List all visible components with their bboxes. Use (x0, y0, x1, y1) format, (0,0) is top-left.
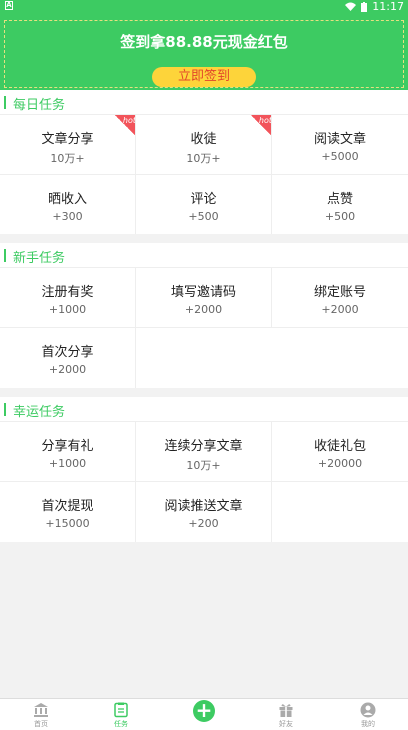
tab-label: 我的 (361, 720, 375, 728)
task-reward: +1000 (48, 457, 87, 470)
task-reward: +2000 (184, 303, 223, 316)
battery-icon (361, 1, 368, 12)
banner-title: 签到拿88.88元现金红包 (120, 33, 288, 51)
section-marker (4, 403, 6, 416)
section-header: 幸运任务 (0, 397, 408, 422)
lucky-tasks-section: 幸运任务 分享有礼 +1000 连续分享文章 10万+ 收徒礼包 +20000 … (0, 397, 408, 542)
section-marker (4, 249, 6, 262)
task-reward: 10万+ (50, 152, 85, 165)
tab-home[interactable]: 首页 (0, 699, 82, 730)
task-reward: +2000 (321, 303, 359, 316)
daily-tasks-section: 每日任务 hot 文章分享 10万+ hot 收徒 10万+ 阅读文章 +500… (0, 90, 408, 234)
task-show-income[interactable]: 晒收入 +300 (0, 175, 136, 234)
add-button[interactable]: + (193, 700, 215, 722)
task-reward: 10万+ (186, 459, 221, 472)
task-reward: +1000 (48, 303, 87, 316)
task-name: 收徒礼包 (313, 439, 366, 454)
tab-friends[interactable]: 好友 (245, 699, 327, 730)
signin-banner: 签到拿88.88元现金红包 立即签到 (0, 13, 408, 90)
hot-badge: hot (115, 115, 135, 135)
task-reward: +15000 (45, 517, 90, 530)
task-name: 注册有奖 (41, 285, 94, 300)
section-header: 每日任务 (0, 90, 408, 115)
task-like[interactable]: 点赞 +500 (272, 175, 408, 234)
section-title: 幸运任务 (13, 405, 66, 420)
tab-label: 任务 (114, 720, 128, 728)
status-bar: A 11:17 (0, 0, 408, 13)
task-read-push[interactable]: 阅读推送文章 +200 (136, 482, 272, 542)
wifi-icon (345, 2, 357, 11)
gift-icon (279, 704, 293, 717)
task-name: 晒收入 (47, 192, 87, 207)
bottom-tab-bar: 首页 任务 + 好友 我的 (0, 698, 408, 730)
task-reward: +2000 (48, 363, 87, 376)
task-name: 首次提现 (41, 499, 94, 514)
section-title: 每日任务 (13, 98, 66, 113)
tab-mine[interactable]: 我的 (327, 699, 408, 730)
task-name: 连续分享文章 (164, 439, 243, 454)
task-read-article[interactable]: 阅读文章 +5000 (272, 115, 408, 175)
tab-label: 首页 (34, 720, 48, 728)
section-marker (4, 96, 6, 109)
task-recruit[interactable]: hot 收徒 10万+ (136, 115, 272, 175)
clock: 11:17 (372, 0, 404, 13)
home-bank-icon (34, 703, 48, 717)
task-name: 填写邀请码 (170, 285, 236, 300)
user-icon (360, 702, 376, 718)
task-share-gift[interactable]: 分享有礼 +1000 (0, 422, 136, 482)
task-reward: +20000 (317, 457, 363, 470)
task-reward: +300 (52, 210, 83, 223)
task-reward: +500 (188, 210, 219, 223)
hot-badge: hot (251, 115, 271, 135)
task-name: 评论 (190, 192, 217, 207)
task-list-icon (114, 702, 128, 718)
task-name: 阅读文章 (313, 132, 366, 147)
task-reward: +5000 (321, 150, 359, 163)
notification-a-icon: A (5, 1, 13, 10)
newbie-tasks-section: 新手任务 注册有奖 +1000 填写邀请码 +2000 绑定账号 +2000 首… (0, 243, 408, 388)
sign-in-button[interactable]: 立即签到 (152, 67, 256, 87)
task-recruit-gift[interactable]: 收徒礼包 +20000 (272, 422, 408, 482)
tab-label: 好友 (279, 720, 293, 728)
task-name: 首次分享 (41, 345, 94, 360)
task-reward: +200 (188, 517, 219, 530)
task-name: 阅读推送文章 (164, 499, 243, 514)
task-continuous-share[interactable]: 连续分享文章 10万+ (136, 422, 272, 482)
task-name: 绑定账号 (313, 285, 366, 300)
task-first-share[interactable]: 首次分享 +2000 (0, 328, 136, 388)
task-bind-account[interactable]: 绑定账号 +2000 (272, 268, 408, 328)
task-first-withdraw[interactable]: 首次提现 +15000 (0, 482, 136, 542)
section-header: 新手任务 (0, 243, 408, 268)
tab-tasks[interactable]: 任务 (80, 699, 162, 730)
task-comment[interactable]: 评论 +500 (136, 175, 272, 234)
task-article-share[interactable]: hot 文章分享 10万+ (0, 115, 136, 175)
task-register[interactable]: 注册有奖 +1000 (0, 268, 136, 328)
task-name: 分享有礼 (41, 439, 94, 454)
task-invite-code[interactable]: 填写邀请码 +2000 (136, 268, 272, 328)
task-reward: 10万+ (186, 152, 221, 165)
section-title: 新手任务 (13, 251, 66, 266)
task-name: 点赞 (326, 192, 353, 207)
task-reward: +500 (324, 210, 356, 223)
